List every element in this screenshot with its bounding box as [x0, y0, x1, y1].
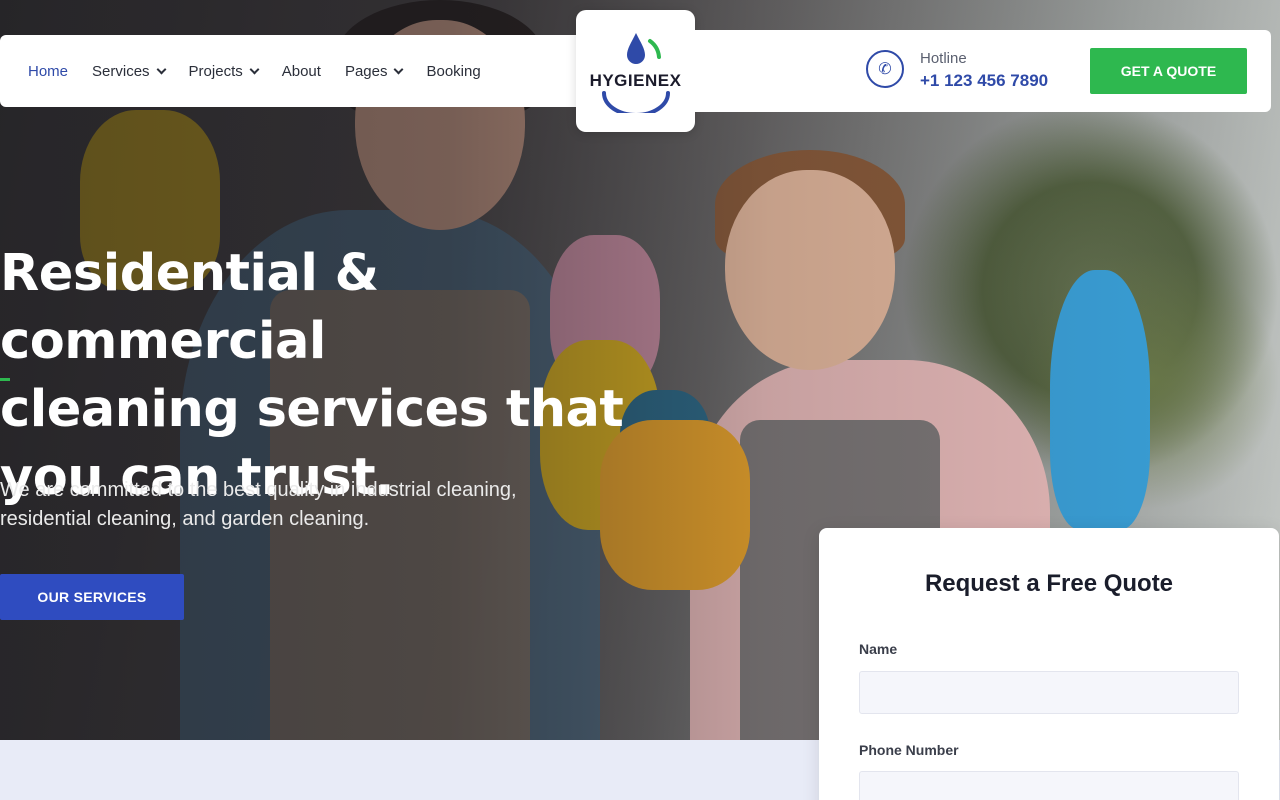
main-nav: Home Services Projects About Pages Booki… [0, 35, 585, 107]
hero-headline: Residential & commercial cleaning servic… [0, 240, 640, 512]
chevron-down-icon [394, 64, 404, 74]
nav-item-services[interactable]: Services [92, 62, 166, 80]
nav-item-label: Services [92, 62, 150, 80]
quote-form: Request a Free Quote Name Phone Number [819, 528, 1279, 800]
hotline-number[interactable]: +1 123 456 7890 [920, 71, 1048, 91]
hero-subtext: We are committed to the best quality in … [0, 476, 560, 534]
nav-item-home[interactable]: Home [28, 63, 68, 80]
nav-item-about[interactable]: About [282, 63, 321, 80]
phone-field[interactable] [859, 771, 1239, 800]
form-title: Request a Free Quote [924, 570, 1174, 597]
nav-item-label: Pages [344, 62, 388, 80]
nav-item-label: Booking [426, 62, 481, 80]
name-label: Name [859, 641, 898, 657]
nav-item-projects[interactable]: Projects [188, 62, 260, 80]
get-quote-button[interactable]: GET A QUOTE [1090, 48, 1247, 94]
water-drop-icon [626, 33, 661, 64]
nav-item-booking[interactable]: Booking [426, 63, 480, 80]
our-services-button[interactable]: OUR SERVICES [0, 574, 184, 620]
chevron-down-icon [249, 64, 260, 74]
subtext-line: residential cleaning, and garden cleanin… [0, 508, 370, 530]
hotline-label: Hotline [920, 50, 967, 67]
phone-label: Phone Number [859, 742, 959, 758]
nav-item-pages[interactable]: Pages [344, 62, 404, 80]
logo-swoosh-icon [601, 91, 670, 113]
phone-icon[interactable]: ✆ [866, 50, 904, 88]
nav-item-label: Projects [188, 62, 243, 80]
header-contact-bar: ✆ Hotline +1 123 456 7890 GET A QUOTE [695, 30, 1271, 112]
name-field[interactable] [859, 671, 1239, 714]
accent-dash [0, 378, 10, 381]
logo[interactable]: HYGIENEX [576, 10, 695, 132]
nav-item-label: About [281, 62, 321, 80]
nav-item-label: Home [28, 62, 69, 80]
subtext-line: We are committed to the best quality in … [0, 479, 517, 501]
logo-text: HYGIENEX [589, 71, 682, 90]
headline-line: cleaning services that [0, 380, 624, 439]
headline-line: Residential & commercial [0, 244, 379, 371]
chevron-down-icon [156, 64, 166, 74]
